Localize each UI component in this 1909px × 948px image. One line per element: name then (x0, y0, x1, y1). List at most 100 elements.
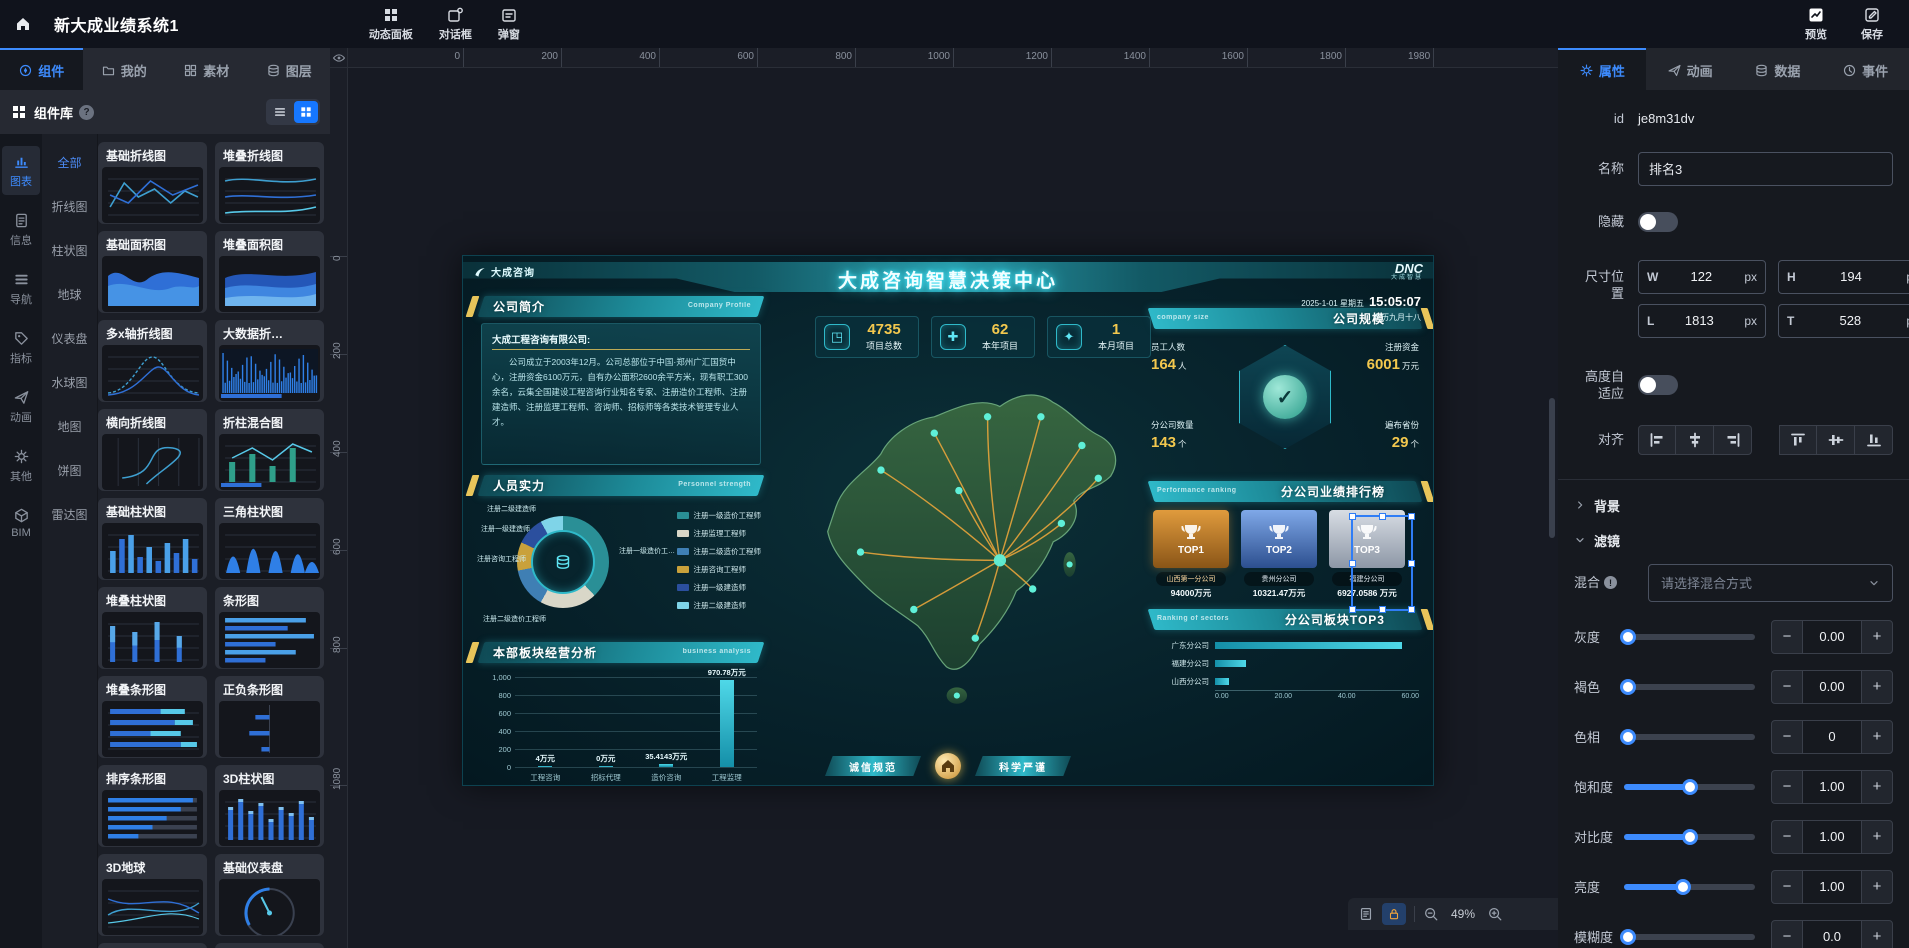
slider-knob[interactable] (1620, 729, 1636, 745)
help-icon[interactable]: ? (79, 105, 94, 120)
topbar-action-save[interactable]: 保存 (1861, 6, 1883, 42)
filter-slider[interactable] (1624, 634, 1755, 640)
zoom-in-icon[interactable] (1487, 906, 1503, 922)
minus-button[interactable]: − (1771, 820, 1803, 854)
minus-button[interactable]: − (1771, 620, 1803, 654)
topbar-action-dialog[interactable]: 对话框 (439, 6, 472, 42)
inspector-tab-事件[interactable]: 事件 (1821, 48, 1909, 90)
filter-slider[interactable] (1624, 684, 1755, 690)
blend-mode-select[interactable]: 请选择混合方式 (1648, 564, 1893, 602)
selection-handle[interactable] (1408, 560, 1415, 567)
rail-item-动画[interactable]: 动画 (2, 382, 40, 431)
ranking-card-top1[interactable]: TOP1山西第一分公司94000万元 (1153, 510, 1229, 599)
topbar-action-popup[interactable]: 弹窗 (498, 6, 520, 42)
slider-knob[interactable] (1620, 679, 1636, 695)
name-input[interactable] (1638, 152, 1893, 186)
align-button-alignB[interactable] (1855, 425, 1893, 455)
filter-slider[interactable] (1624, 834, 1755, 840)
selection-handle[interactable] (1408, 513, 1415, 520)
minus-button[interactable]: − (1771, 720, 1803, 754)
inspector-tab-动画[interactable]: 动画 (1646, 48, 1734, 90)
slider-knob[interactable] (1620, 629, 1636, 645)
selection-handle[interactable] (1379, 606, 1386, 613)
component-card-gauge[interactable]: 进度仪表盘 (98, 943, 207, 948)
autofit-toggle[interactable] (1638, 375, 1678, 395)
lock-icon[interactable] (1382, 903, 1406, 925)
background-section-header[interactable]: 背景 (1574, 496, 1893, 515)
minus-button[interactable]: − (1771, 870, 1803, 904)
selection-handle[interactable] (1349, 560, 1356, 567)
plus-button[interactable]: + (1861, 670, 1893, 704)
category-折线图[interactable]: 折线图 (51, 198, 87, 215)
filter-slider[interactable] (1624, 934, 1755, 940)
size-field-t[interactable]: T528px (1778, 304, 1909, 338)
selection-handle[interactable] (1349, 606, 1356, 613)
tab-组件[interactable]: 组件 (0, 48, 83, 90)
component-card-bar[interactable]: 基础柱状图 (98, 498, 207, 580)
size-field-w[interactable]: W122px (1638, 260, 1766, 294)
dashboard-artboard[interactable]: 大成咨询 大成咨询智慧决策中心 DNC大成智慧 2025-1-01 星期五15:… (463, 256, 1433, 785)
category-地球[interactable]: 地球 (57, 286, 81, 303)
component-card-area2[interactable]: 堆叠面积图 (215, 231, 324, 313)
category-雷达图[interactable]: 雷达图 (51, 506, 87, 523)
component-card-triangle[interactable]: 三角柱状图 (215, 498, 324, 580)
component-card-pnbar[interactable]: 正负条形图 (215, 676, 324, 758)
component-card-gauge[interactable]: 阶段仪表盘 (215, 943, 324, 948)
component-card-mixed[interactable]: 折柱混合图 (215, 409, 324, 491)
selection-handle[interactable] (1349, 513, 1356, 520)
category-地图[interactable]: 地图 (57, 418, 81, 435)
slider-knob[interactable] (1682, 829, 1698, 845)
topbar-action-grid[interactable]: 动态面板 (369, 6, 413, 42)
component-card-multiline[interactable]: 多x轴折线图 (98, 320, 207, 402)
selection-overlay[interactable] (1351, 515, 1413, 611)
topbar-action-preview[interactable]: 预览 (1805, 6, 1827, 42)
category-仪表盘[interactable]: 仪表盘 (51, 330, 87, 347)
plus-button[interactable]: + (1861, 770, 1893, 804)
component-card-hbar[interactable]: 条形图 (215, 587, 324, 669)
filter-slider[interactable] (1624, 784, 1755, 790)
list-view-button[interactable] (268, 101, 292, 123)
component-card-area[interactable]: 基础面积图 (98, 231, 207, 313)
size-field-h[interactable]: H194px (1778, 260, 1909, 294)
canvas-vertical-scrollbar[interactable] (1549, 398, 1555, 538)
selection-handle[interactable] (1408, 606, 1415, 613)
ranking-card-top2[interactable]: TOP2贵州分公司10321.47万元 (1241, 510, 1317, 599)
plus-button[interactable]: + (1861, 870, 1893, 904)
size-field-l[interactable]: L1813px (1638, 304, 1766, 338)
tab-我的[interactable]: 我的 (83, 48, 166, 90)
rail-item-指标[interactable]: 指标 (2, 323, 40, 372)
component-card-sortbar[interactable]: 排序条形图 (98, 765, 207, 847)
align-button-alignL[interactable] (1638, 425, 1676, 455)
align-button-alignT[interactable] (1779, 425, 1817, 455)
category-饼图[interactable]: 饼图 (57, 462, 81, 479)
canvas-viewport[interactable]: 大成咨询 大成咨询智慧决策中心 DNC大成智慧 2025-1-01 星期五15:… (348, 68, 1558, 948)
zoom-out-icon[interactable] (1423, 906, 1439, 922)
category-全部[interactable]: 全部 (57, 154, 81, 171)
component-card-stackbar[interactable]: 堆叠柱状图 (98, 587, 207, 669)
rail-item-信息[interactable]: 信息 (2, 205, 40, 254)
slider-knob[interactable] (1620, 929, 1636, 945)
slider-knob[interactable] (1675, 879, 1691, 895)
category-柱状图[interactable]: 柱状图 (51, 242, 87, 259)
component-card-bigdata[interactable]: 大数据折… (215, 320, 324, 402)
minus-button[interactable]: − (1771, 770, 1803, 804)
plus-button[interactable]: + (1861, 720, 1893, 754)
component-card-gauge[interactable]: 基础仪表盘 (215, 854, 324, 936)
align-button-alignR[interactable] (1714, 425, 1752, 455)
plus-button[interactable]: + (1861, 920, 1893, 948)
plus-button[interactable]: + (1861, 820, 1893, 854)
minus-button[interactable]: − (1771, 670, 1803, 704)
inspector-tab-数据[interactable]: 数据 (1734, 48, 1822, 90)
tab-素材[interactable]: 素材 (165, 48, 248, 90)
rail-item-图表[interactable]: 图表 (2, 146, 40, 195)
component-card-line[interactable]: 基础折线图 (98, 142, 207, 224)
filter-slider[interactable] (1624, 734, 1755, 740)
filter-slider[interactable] (1624, 884, 1755, 890)
component-card-bar3d[interactable]: 3D柱状图 (215, 765, 324, 847)
grid-view-button[interactable] (294, 101, 318, 123)
hide-toggle[interactable] (1638, 212, 1678, 232)
align-button-alignM[interactable] (1817, 425, 1855, 455)
inspector-tab-属性[interactable]: 属性 (1558, 48, 1646, 90)
component-card-hline[interactable]: 横向折线图 (98, 409, 207, 491)
tab-图层[interactable]: 图层 (248, 48, 331, 90)
